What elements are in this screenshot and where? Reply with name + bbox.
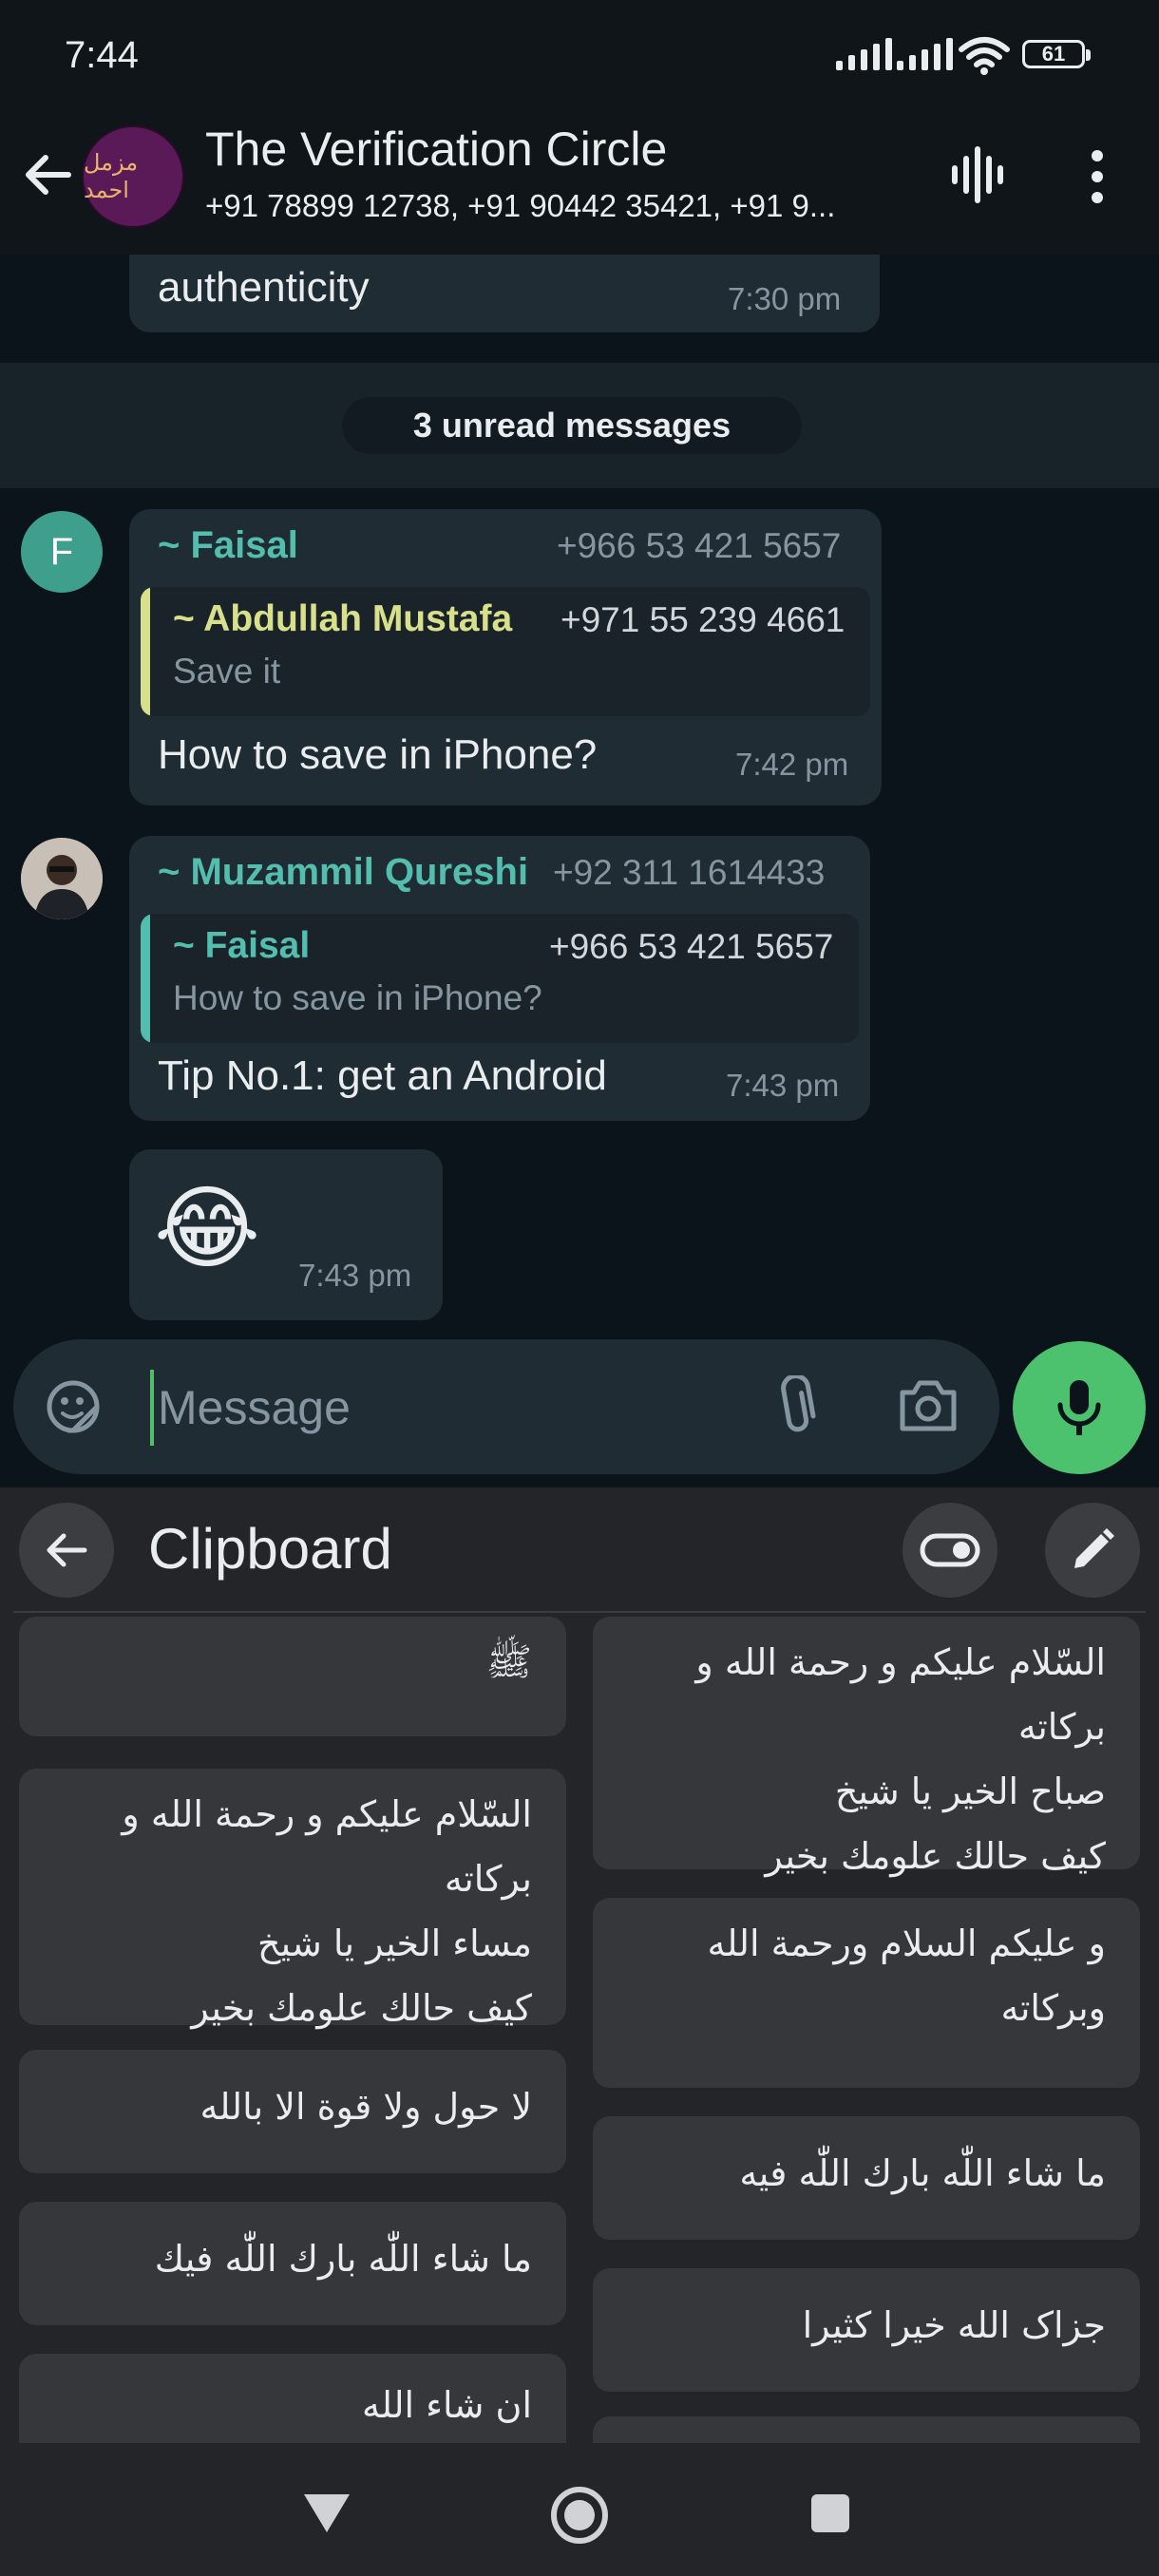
clipboard-item[interactable]: ما شاء اللّٰه بارك اللّٰه فيه xyxy=(593,2116,1140,2240)
clipboard-item[interactable]: لا حول ولا قوة الا بالله xyxy=(19,2050,566,2173)
voice-chat-icon[interactable] xyxy=(946,144,1007,205)
message-bubble-1[interactable]: ~ Faisal +966 53 421 5657 ~ Abdullah Mus… xyxy=(129,509,882,805)
avatar-photo[interactable] xyxy=(21,838,103,919)
nav-home-icon[interactable] xyxy=(549,2485,610,2546)
message-text: authenticity xyxy=(158,264,370,311)
sender-name[interactable]: ~ Muzammil Qureshi xyxy=(158,851,528,894)
clipboard-item[interactable]: ان شاء الله xyxy=(19,2354,566,2443)
clipboard-item[interactable]: و عليكم السلام ورحمة الله وبركاته xyxy=(593,1898,1140,2088)
message-bubble-prev[interactable]: authenticity 7:30 pm xyxy=(129,255,880,332)
mic-button[interactable] xyxy=(1013,1341,1146,1474)
chat-title[interactable]: The Verification Circle xyxy=(205,122,667,177)
clipboard-item[interactable]: جزاک الله خيرا كثيرا xyxy=(593,2268,1140,2392)
clipboard-item[interactable]: السّلام عليكم و رحمة الله و بركاته صباح … xyxy=(593,1617,1140,1877)
nav-back-icon[interactable] xyxy=(302,2492,352,2534)
nav-recents-icon[interactable] xyxy=(809,2492,851,2534)
edit-pencil-icon xyxy=(1074,1528,1114,1568)
more-vert-icon[interactable] xyxy=(1083,148,1112,205)
message-bubble-3[interactable]: 😂 7:43 pm xyxy=(129,1149,443,1320)
message-time: 7:43 pm xyxy=(726,1068,840,1103)
sticker-icon[interactable] xyxy=(42,1375,104,1438)
group-avatar-text: مزمل احمد xyxy=(84,150,139,203)
keyboard-clipboard-panel: Clipboard ﷺ السّلام عليكم و رحمة الله و … xyxy=(0,1487,1159,2443)
attach-icon[interactable] xyxy=(773,1375,817,1438)
avatar-letter: F xyxy=(49,531,74,573)
back-arrow-icon[interactable] xyxy=(21,148,74,201)
person-photo-icon xyxy=(21,838,103,919)
sender-phone: +966 53 421 5657 xyxy=(557,526,842,565)
message-time: 7:42 pm xyxy=(735,747,849,782)
clipboard-toggle-button[interactable] xyxy=(902,1503,998,1598)
message-list[interactable]: authenticity 7:30 pm 3 unread messages F… xyxy=(0,255,1159,1337)
unread-label: 3 unread messages xyxy=(342,397,802,454)
signal-1-icon xyxy=(836,38,892,70)
clipboard-item[interactable] xyxy=(593,2416,1140,2443)
avatar[interactable]: F xyxy=(21,511,103,593)
quote-phone: +971 55 239 4661 xyxy=(560,600,846,639)
sender-name[interactable]: ~ Faisal xyxy=(158,524,298,567)
sender-phone: +92 311 1614433 xyxy=(553,853,826,892)
clipboard-item[interactable]: السّلام عليكم و رحمة الله و بركاته مساء … xyxy=(19,1769,566,2029)
camera-icon[interactable] xyxy=(897,1377,960,1434)
battery-icon: 61 xyxy=(1022,40,1091,68)
quoted-message[interactable]: ~ Faisal +966 53 421 5657 How to save in… xyxy=(141,914,859,1043)
message-input[interactable] xyxy=(150,1370,730,1446)
group-avatar[interactable]: مزمل احمد xyxy=(82,125,184,228)
signal-2-icon xyxy=(897,38,953,70)
clipboard-back-button[interactable] xyxy=(19,1503,114,1598)
clipboard-item[interactable]: ما شاء اللّٰه بارك اللّٰه فيك xyxy=(19,2202,566,2325)
message-bubble-2[interactable]: ~ Muzammil Qureshi +92 311 1614433 ~ Fai… xyxy=(129,836,870,1121)
battery-level: 61 xyxy=(1041,42,1066,66)
toggle-icon xyxy=(920,1533,980,1567)
clipboard-title: Clipboard xyxy=(148,1517,392,1581)
mic-icon xyxy=(1057,1380,1101,1435)
message-time: 7:30 pm xyxy=(728,281,842,316)
clipboard-edit-button[interactable] xyxy=(1045,1503,1140,1598)
quote-text: Save it xyxy=(173,652,281,691)
clipboard-divider xyxy=(13,1611,1146,1613)
quote-phone: +966 53 421 5657 xyxy=(549,927,834,966)
unread-divider: 3 unread messages xyxy=(0,363,1159,488)
status-time: 7:44 xyxy=(65,34,139,76)
emoji-laughing: 😂 xyxy=(154,1175,261,1281)
message-text: Tip No.1: get an Android xyxy=(158,1052,607,1099)
message-composer xyxy=(13,1339,999,1474)
wifi-icon xyxy=(959,37,1010,75)
quote-text: How to save in iPhone? xyxy=(173,978,542,1017)
clipboard-header: Clipboard xyxy=(0,1487,1159,1611)
clipboard-item[interactable]: ﷺ xyxy=(19,1617,566,1736)
quoted-message[interactable]: ~ Abdullah Mustafa +971 55 239 4661 Save… xyxy=(141,587,870,716)
quote-sender: ~ Faisal xyxy=(173,925,311,966)
status-bar: 7:44 61 xyxy=(0,0,1159,112)
quote-bar xyxy=(141,587,150,716)
system-nav-bar xyxy=(0,2443,1159,2576)
quote-sender: ~ Abdullah Mustafa xyxy=(173,598,513,639)
quote-bar xyxy=(141,914,150,1043)
message-text: How to save in iPhone? xyxy=(158,731,598,778)
chat-subtitle[interactable]: +91 78899 12738, +91 90442 35421, +91 9.… xyxy=(205,188,835,224)
clipboard-back-icon xyxy=(47,1533,87,1567)
message-time: 7:43 pm xyxy=(298,1258,412,1293)
